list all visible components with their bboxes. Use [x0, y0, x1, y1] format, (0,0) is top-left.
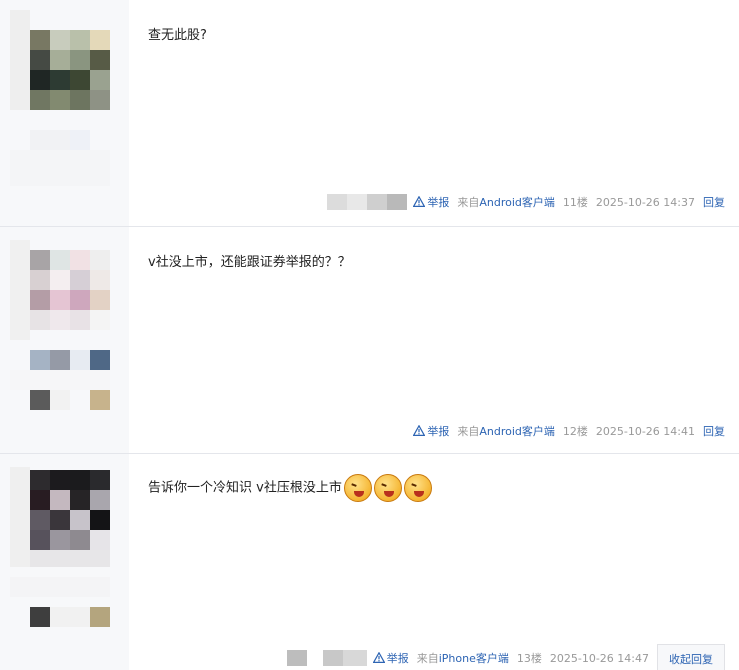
floor-number: 13楼: [516, 652, 542, 665]
avatar[interactable]: [10, 467, 110, 567]
reply-footer: 举报 来自Android客户端 12楼 2025-10-26 14:41 回复: [413, 423, 725, 439]
reply-content: 告诉你一个冷知识 v社压根没上市: [148, 474, 432, 502]
floor-number: 11楼: [562, 196, 588, 209]
reply-content: 查无此股?: [148, 28, 207, 43]
collapse-replies-button[interactable]: 收起回复: [657, 644, 725, 670]
replier-name-blurred: [327, 194, 408, 210]
laughing-emoji-icon: [373, 474, 402, 502]
reply-post-11: 查无此股? 举报 来自Android客户端 11楼 2025-10-26 14:…: [0, 0, 739, 227]
user-badges-blurred[interactable]: [10, 350, 110, 410]
client-link[interactable]: Android客户端: [479, 196, 555, 209]
reply-button[interactable]: 回复: [703, 194, 725, 210]
report-button[interactable]: 举报: [413, 194, 449, 210]
timestamp: 2025-10-26 14:41: [595, 424, 695, 438]
client-link[interactable]: Android客户端: [479, 425, 555, 438]
timestamp: 2025-10-26 14:47: [549, 651, 649, 665]
reply-button[interactable]: 回复: [703, 423, 725, 439]
reply-post-13: 告诉你一个冷知识 v社压根没上市 举报 来自iPhone客户端 13楼 2025…: [0, 454, 739, 670]
reply-content: v社没上市，还能跟证券举报的？？: [148, 255, 351, 270]
replier-name-blurred: [286, 650, 367, 666]
client-link[interactable]: iPhone客户端: [439, 652, 509, 665]
source-info: 来自iPhone客户端: [416, 652, 509, 665]
source-info: 来自Android客户端: [457, 425, 555, 438]
floor-number: 12楼: [562, 425, 588, 438]
timestamp: 2025-10-26 14:37: [595, 195, 695, 209]
avatar[interactable]: [10, 240, 110, 340]
reply-footer: 举报 来自Android客户端 11楼 2025-10-26 14:37 回复: [319, 194, 725, 210]
avatar[interactable]: [10, 10, 110, 110]
warning-triangle-icon: [372, 652, 385, 663]
report-button[interactable]: 举报: [413, 423, 449, 439]
warning-triangle-icon: [413, 196, 426, 207]
user-info-panel: [0, 454, 129, 670]
user-info-panel: [0, 227, 129, 453]
reply-post-12: v社没上市，还能跟证券举报的？？ 举报 来自Android客户端 12楼 202…: [0, 227, 739, 454]
user-badges-blurred[interactable]: [10, 577, 110, 637]
laughing-emoji-icon: [343, 474, 372, 502]
user-info-panel: [0, 0, 129, 226]
source-info: 来自Android客户端: [457, 196, 555, 209]
warning-triangle-icon: [413, 425, 426, 436]
laughing-emoji-icon: [403, 474, 432, 502]
username-blurred[interactable]: [10, 130, 110, 186]
report-button[interactable]: 举报: [372, 650, 409, 666]
reply-footer: 举报 来自iPhone客户端 13楼 2025-10-26 14:47 收起回复: [279, 644, 725, 670]
